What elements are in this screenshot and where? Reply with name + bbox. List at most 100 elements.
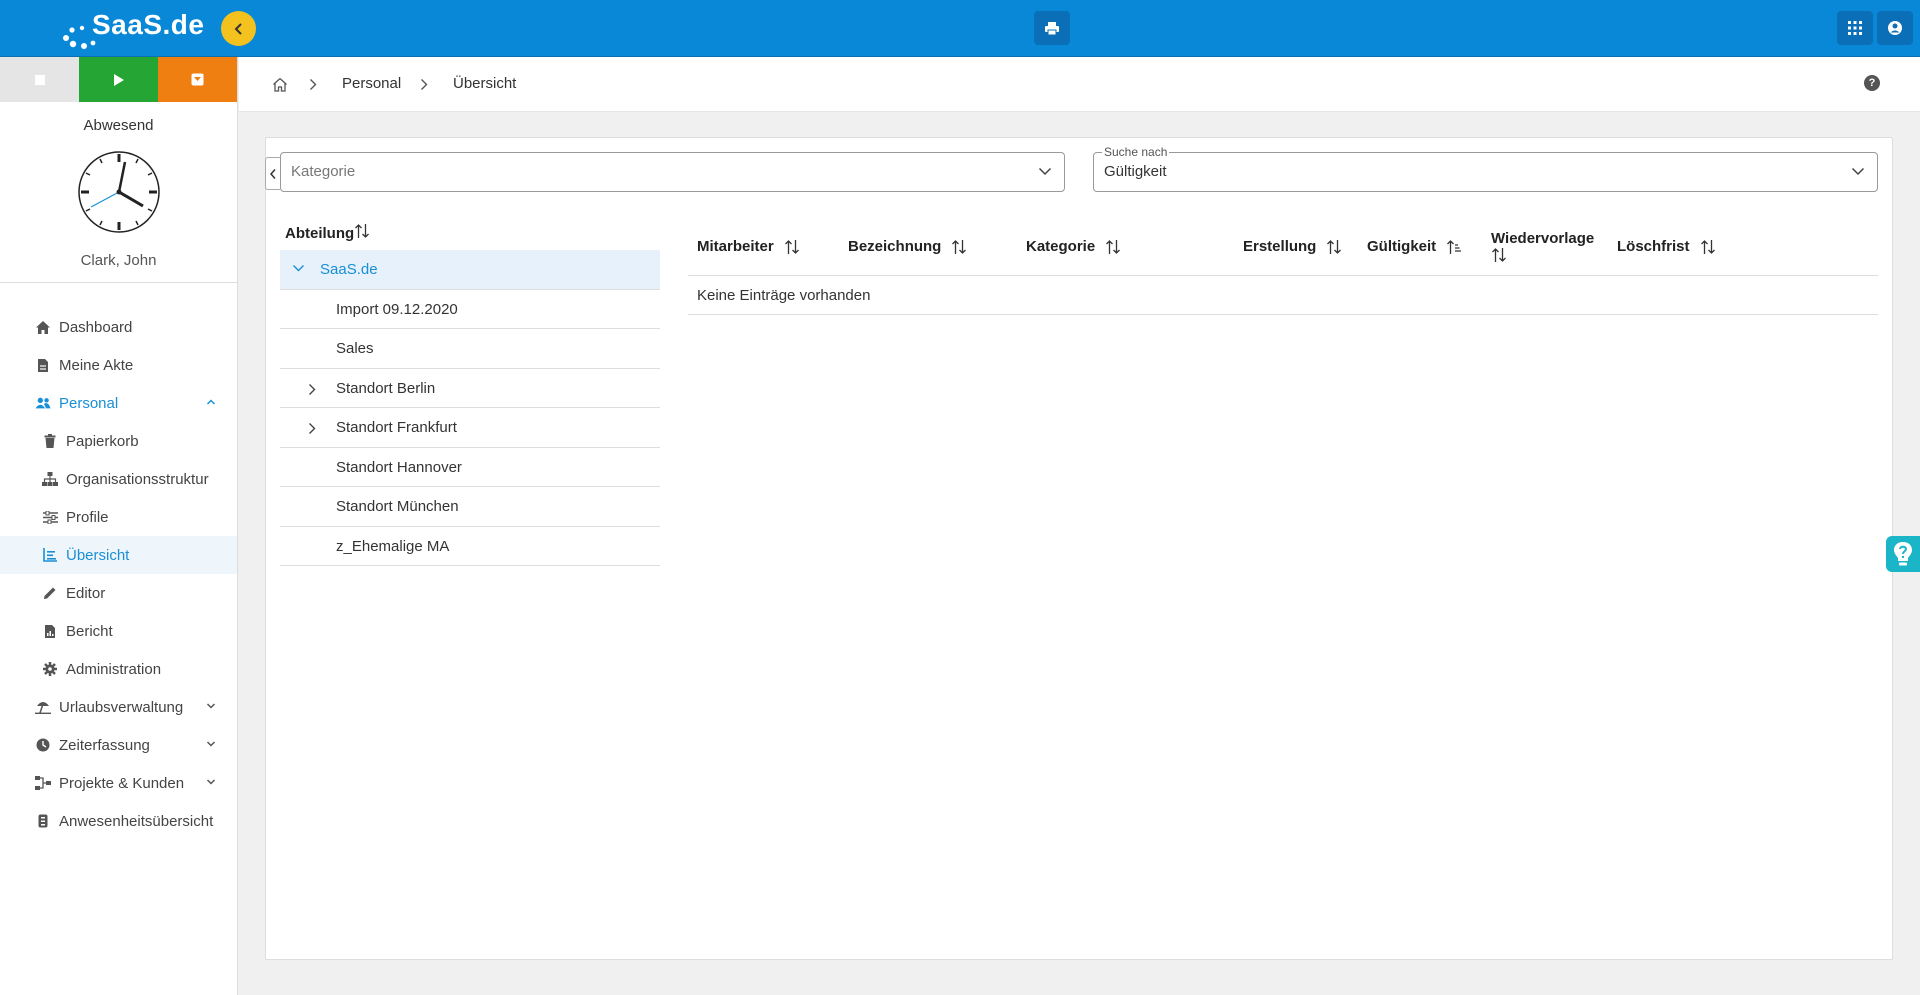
time-tracking-buttons bbox=[0, 57, 237, 102]
sidebar-item-label: Administration bbox=[66, 660, 162, 678]
sidebar-item-profile[interactable]: Profile bbox=[0, 498, 237, 536]
collapse-sidebar-button[interactable] bbox=[221, 11, 256, 46]
coffee-cup-icon bbox=[191, 73, 204, 86]
column-label: Bezeichnung bbox=[848, 238, 942, 255]
sort-icon bbox=[1106, 239, 1121, 254]
chevron-up-icon bbox=[206, 399, 216, 405]
department-header-label: Abteilung bbox=[285, 225, 355, 242]
list-chart-icon bbox=[42, 547, 58, 563]
kategorie-placeholder: Kategorie bbox=[291, 163, 356, 180]
table-empty-row: Keine Einträge vorhanden bbox=[688, 276, 1878, 315]
sidebar-item-label: Papierkorb bbox=[66, 432, 139, 450]
apps-button[interactable] bbox=[1837, 11, 1873, 45]
department-row[interactable]: z_Ehemalige MA bbox=[280, 527, 660, 566]
sitemap-icon bbox=[42, 471, 58, 487]
sidebar-item-meine-akte[interactable]: Meine Akte bbox=[0, 346, 237, 384]
department-row[interactable]: Standort München bbox=[280, 487, 660, 527]
analog-clock-icon bbox=[77, 151, 160, 233]
badge-icon bbox=[35, 813, 51, 829]
table-header: Mitarbeiter Bezeichnung Kategorie Erstel… bbox=[688, 220, 1878, 276]
project-tree-icon bbox=[35, 775, 51, 791]
sidebar-item-organisationsstruktur[interactable]: Organisationsstruktur bbox=[0, 460, 237, 498]
sidebar-item-label: Profile bbox=[66, 508, 109, 526]
chevron-right-icon bbox=[421, 79, 428, 90]
sidebar-item-editor[interactable]: Editor bbox=[0, 574, 237, 612]
kategorie-select[interactable]: Kategorie bbox=[280, 152, 1065, 192]
beach-umbrella-icon bbox=[35, 699, 51, 715]
pencil-icon bbox=[42, 585, 58, 601]
pause-button[interactable] bbox=[158, 57, 237, 102]
column-header-bezeichnung[interactable]: Bezeichnung bbox=[848, 238, 967, 255]
sidebar-item-uebersicht[interactable]: Übersicht bbox=[0, 536, 237, 574]
sidebar-item-label: Projekte & Kunden bbox=[59, 774, 185, 792]
sidebar-item-administration[interactable]: Administration bbox=[0, 650, 237, 688]
trash-icon bbox=[42, 433, 58, 449]
sidebar-item-papierkorb[interactable]: Papierkorb bbox=[0, 422, 237, 460]
column-header-kategorie[interactable]: Kategorie bbox=[1026, 238, 1121, 255]
department-row[interactable]: Standort Berlin bbox=[280, 369, 660, 408]
column-label: Kategorie bbox=[1026, 238, 1096, 255]
sort-icon bbox=[952, 239, 967, 254]
column-label: Gültigkeit bbox=[1367, 238, 1437, 255]
breadcrumb-uebersicht: Übersicht bbox=[453, 75, 517, 92]
home-outline-icon[interactable] bbox=[272, 77, 288, 92]
department-row[interactable]: Sales bbox=[280, 329, 660, 369]
department-label: SaaS.de bbox=[320, 261, 378, 278]
report-icon bbox=[42, 623, 58, 639]
department-header: Abteilung bbox=[280, 220, 660, 250]
department-label: Standort München bbox=[336, 498, 459, 515]
sidebar-item-label: Bericht bbox=[66, 622, 113, 640]
sidebar-item-urlaubsverwaltung[interactable]: Urlaubsverwaltung bbox=[0, 688, 237, 726]
sort-icon bbox=[1327, 239, 1342, 254]
sidebar-item-label: Dashboard bbox=[59, 318, 133, 336]
column-label: Mitarbeiter bbox=[697, 238, 774, 255]
sidebar-item-projekte-kunden[interactable]: Projekte & Kunden bbox=[0, 764, 237, 802]
column-header-erstellung[interactable]: Erstellung bbox=[1243, 238, 1342, 255]
help-icon[interactable]: ? bbox=[1864, 75, 1880, 91]
suche-nach-value: Gültigkeit bbox=[1104, 163, 1167, 180]
column-header-wiedervorlage[interactable]: Wiedervorlage bbox=[1491, 230, 1594, 267]
chevron-left-icon bbox=[269, 168, 276, 179]
saas-logo[interactable]: SaaS.de bbox=[60, 6, 204, 50]
clock-icon bbox=[35, 737, 51, 753]
chevron-down-icon[interactable] bbox=[292, 264, 305, 272]
sidebar-item-personal[interactable]: Personal bbox=[0, 384, 237, 422]
apps-grid-icon bbox=[1848, 21, 1862, 35]
chevron-left-icon bbox=[234, 22, 242, 35]
chevron-right-icon bbox=[310, 79, 317, 90]
sort-icon[interactable] bbox=[354, 223, 370, 239]
chevron-down-icon bbox=[206, 703, 216, 709]
chevron-down-icon bbox=[1851, 167, 1865, 176]
breadcrumb-personal[interactable]: Personal bbox=[342, 75, 401, 92]
department-row[interactable]: Standort Hannover bbox=[280, 448, 660, 487]
column-header-gueltigkeit[interactable]: Gültigkeit bbox=[1367, 238, 1462, 255]
column-header-mitarbeiter[interactable]: Mitarbeiter bbox=[697, 238, 800, 255]
logo-text: SaaS.de bbox=[92, 9, 205, 40]
chevron-right-icon[interactable] bbox=[308, 383, 316, 396]
department-tree: Abteilung SaaS.de Import 09.12.2020 Sale… bbox=[280, 220, 660, 566]
print-button[interactable] bbox=[1034, 11, 1070, 45]
breadcrumb: Personal Übersicht bbox=[239, 57, 1920, 112]
department-row[interactable]: Standort Frankfurt bbox=[280, 408, 660, 448]
floating-help-button[interactable] bbox=[1886, 536, 1920, 572]
collapse-department-panel-button[interactable] bbox=[265, 157, 280, 190]
sort-icon bbox=[1492, 248, 1506, 262]
department-row[interactable]: Import 09.12.2020 bbox=[280, 290, 660, 329]
sidebar-item-anwesenheitsuebersicht[interactable]: Anwesenheitsübersicht bbox=[0, 802, 237, 840]
chevron-right-icon[interactable] bbox=[308, 422, 316, 435]
sidebar-item-zeiterfassung[interactable]: Zeiterfassung bbox=[0, 726, 237, 764]
sidebar: Abwesend Clark, John Dashboard Meine Akt… bbox=[0, 57, 238, 995]
sidebar-item-label: Übersicht bbox=[66, 546, 130, 564]
department-row-root[interactable]: SaaS.de bbox=[280, 250, 660, 290]
suche-nach-select[interactable]: Suche nach Gültigkeit bbox=[1093, 145, 1878, 192]
column-header-loeschfrist[interactable]: Löschfrist bbox=[1617, 238, 1716, 255]
chevron-down-icon bbox=[1038, 167, 1052, 176]
sort-ascending-icon bbox=[1447, 239, 1462, 254]
stop-button[interactable] bbox=[0, 57, 79, 102]
start-button[interactable] bbox=[79, 57, 158, 102]
user-menu-button[interactable] bbox=[1877, 11, 1913, 45]
suche-nach-label: Suche nach bbox=[1102, 145, 1170, 159]
department-label: Import 09.12.2020 bbox=[336, 300, 458, 318]
sidebar-item-bericht[interactable]: Bericht bbox=[0, 612, 237, 650]
sidebar-item-dashboard[interactable]: Dashboard bbox=[0, 308, 237, 346]
